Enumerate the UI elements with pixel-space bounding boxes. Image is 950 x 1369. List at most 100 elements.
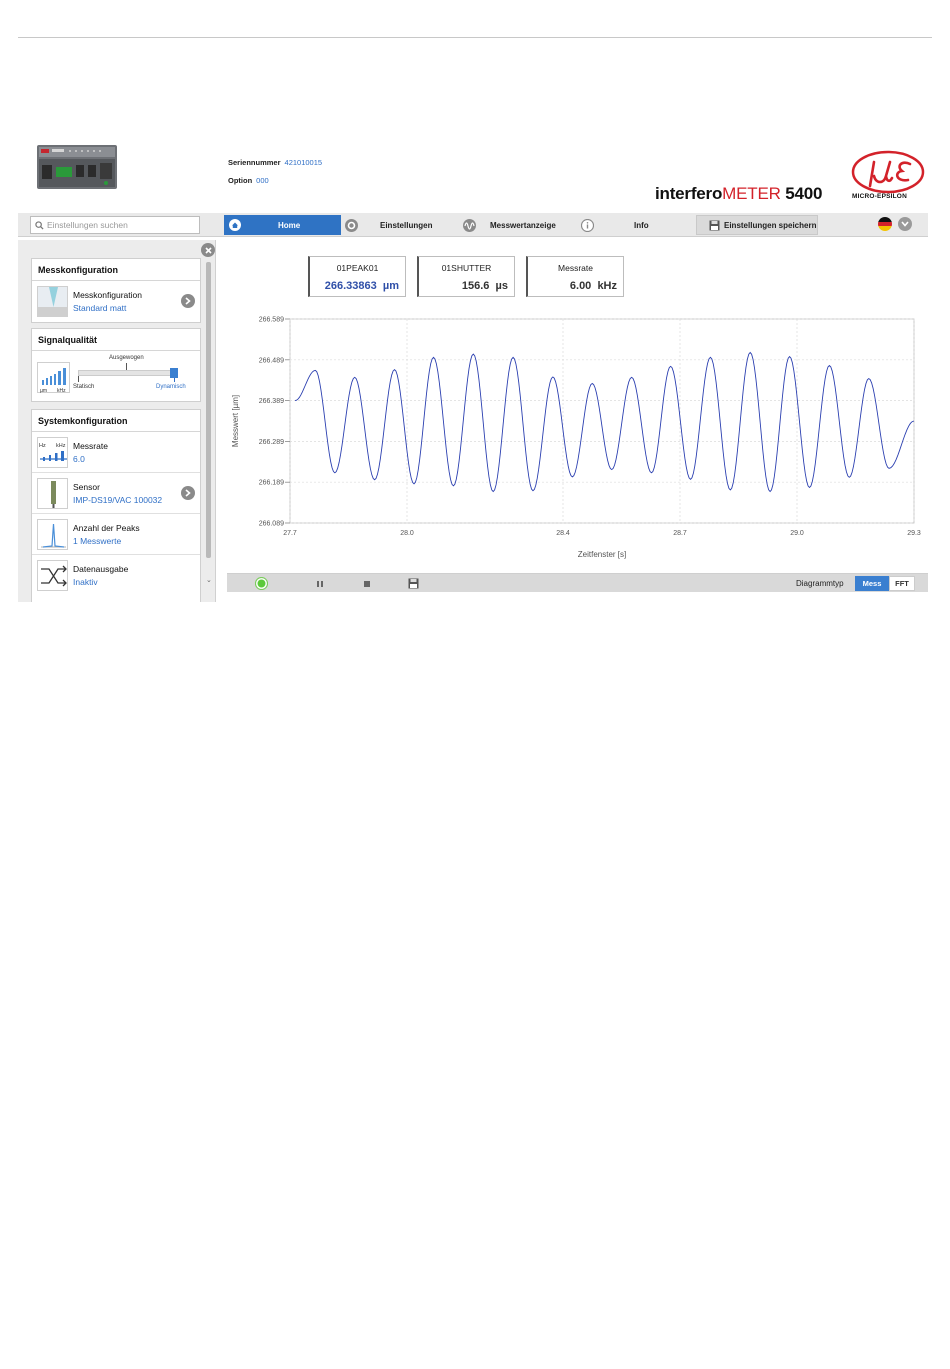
x-tick-label: 28.7 xyxy=(673,530,687,537)
value-box-value: 266.33863 xyxy=(324,280,377,292)
option-info: Option 000 xyxy=(228,176,269,185)
product-title: interferoMETER 5400 xyxy=(655,184,822,204)
value-box-peak[interactable]: 01PEAK01 266.33863 µm xyxy=(308,256,406,297)
pause-icon[interactable] xyxy=(312,576,328,591)
list-item-value: IMP-DS19/VAC 100032 xyxy=(73,495,163,505)
waveform-icon xyxy=(462,218,476,232)
serial-number: Seriennummer 421010015 xyxy=(228,158,322,167)
list-item-peak-count[interactable]: Anzahl der Peaks 1 Messwerte xyxy=(32,514,200,555)
sidebar-scrollbar[interactable] xyxy=(206,262,211,558)
tab-home[interactable]: Home xyxy=(224,215,341,235)
peak-count-thumbnail xyxy=(37,519,68,550)
tab-info[interactable]: Info xyxy=(580,215,692,235)
list-item-value: Inaktiv xyxy=(73,577,98,587)
y-tick-label: 266.089 xyxy=(259,521,284,528)
serial-label: Seriennummer xyxy=(228,158,281,167)
chevron-right-icon[interactable] xyxy=(181,294,195,308)
sidebar: ⌄ Messkonfiguration Messkonfiguration St… xyxy=(18,240,216,602)
measurement-rate-thumb-left: Hz xyxy=(39,443,46,449)
list-item-value: 6.0 xyxy=(73,454,85,464)
tab-settings-label: Einstellungen xyxy=(380,220,433,230)
list-item-label: Anzahl der Peaks xyxy=(73,523,140,533)
x-tick-label: 29.0 xyxy=(790,530,804,537)
language-flag-icon[interactable] xyxy=(878,217,892,231)
data-output-thumbnail xyxy=(37,560,68,591)
diagram-type-mess-button[interactable]: Mess xyxy=(855,576,889,591)
option-value: 000 xyxy=(256,176,269,185)
value-box-unit: µs xyxy=(495,280,508,292)
brand-name: MICRO-EPSILON xyxy=(852,193,907,200)
tab-settings[interactable]: Einstellungen xyxy=(344,215,459,235)
info-icon xyxy=(580,218,594,232)
home-icon xyxy=(228,218,242,232)
scroll-down-icon[interactable]: ⌄ xyxy=(206,576,212,584)
device-image xyxy=(37,145,117,189)
list-item-label: Datenausgabe xyxy=(73,564,129,574)
panel-system-config: Systemkonfiguration Hz kHz Messrate 6.0 … xyxy=(31,409,201,602)
product-title-part3: 5400 xyxy=(780,184,823,203)
y-tick-label: 266.589 xyxy=(259,317,284,324)
signal-quality-right-label: Dynamisch xyxy=(156,384,186,390)
record-status-icon[interactable] xyxy=(253,576,269,591)
measurement-rate-thumbnail: Hz kHz xyxy=(37,437,68,468)
y-axis-label: Messwert [µm] xyxy=(231,395,240,447)
measurement-rate-thumb-right: kHz xyxy=(56,443,66,449)
list-item-value: 1 Messwerte xyxy=(73,536,122,546)
y-tick-label: 266.189 xyxy=(259,480,284,487)
chevron-right-icon[interactable] xyxy=(181,486,195,500)
value-box-unit: kHz xyxy=(597,280,617,292)
panel-signal-quality-title: Signalqualität xyxy=(32,329,200,351)
signal-quality-thumb-left: µm xyxy=(40,388,47,394)
tab-values-label: Messwertanzeige xyxy=(490,220,556,230)
signal-quality-slider-handle[interactable] xyxy=(170,368,178,378)
measurement-chart[interactable]: 266.589 266.489 266.389 266.289 266.189 266.0… xyxy=(228,308,928,563)
y-tick-label: 266.289 xyxy=(259,439,284,446)
value-box-shutter[interactable]: 01SHUTTER 156.6 µs xyxy=(417,256,515,297)
search-placeholder: Einstellungen suchen xyxy=(47,220,128,230)
signal-quality-left-label: Statisch xyxy=(73,384,95,390)
tab-values[interactable]: Messwertanzeige xyxy=(462,215,577,235)
list-item-label: Messrate xyxy=(73,441,108,451)
save-settings-label: Einstellungen speichern xyxy=(724,220,817,230)
save-settings-button[interactable]: Einstellungen speichern xyxy=(696,215,818,235)
list-item-value: Standard matt xyxy=(73,303,127,313)
signal-quality-slider-track[interactable] xyxy=(78,370,178,376)
list-item-measurement-config[interactable]: Messkonfiguration Standard matt xyxy=(32,281,200,322)
stop-icon[interactable] xyxy=(359,576,375,591)
panel-signal-quality: Signalqualität µm kHz Ausgewogen Statisc… xyxy=(31,328,201,402)
search-input[interactable]: Einstellungen suchen xyxy=(30,216,200,234)
tab-home-label: Home xyxy=(278,220,301,230)
list-item-label: Messkonfiguration xyxy=(73,290,142,300)
y-tick-label: 266.389 xyxy=(259,398,284,405)
close-icon[interactable] xyxy=(201,243,215,257)
chart-toolbar: Diagrammtyp Mess FFT xyxy=(227,573,928,592)
list-item-measurement-rate[interactable]: Hz kHz Messrate 6.0 xyxy=(32,432,200,473)
list-item-sensor[interactable]: Sensor IMP-DS19/VAC 100032 xyxy=(32,473,200,514)
x-tick-label: 28.4 xyxy=(556,530,570,537)
value-box-rate[interactable]: Messrate 6.00 kHz xyxy=(526,256,624,297)
gear-icon xyxy=(344,218,358,232)
top-divider xyxy=(18,37,932,38)
product-title-part1: interfero xyxy=(655,184,723,203)
search-icon xyxy=(35,220,44,230)
option-label: Option xyxy=(228,176,253,185)
signal-quality-thumb-right: kHz xyxy=(57,388,66,394)
diagram-type-fft-button[interactable]: FFT xyxy=(889,576,915,591)
diagram-type-label: Diagrammtyp xyxy=(796,579,844,588)
product-title-part2: METER xyxy=(722,184,781,203)
x-tick-label: 28.0 xyxy=(400,530,414,537)
signal-quality-left-tick xyxy=(78,376,79,382)
floppy-disk-icon xyxy=(707,218,721,232)
chevron-down-icon[interactable] xyxy=(898,217,912,231)
value-box-title: 01SHUTTER xyxy=(441,263,492,273)
panel-measurement-config: Messkonfiguration Messkonfiguration Stan… xyxy=(31,258,201,323)
value-box-reading: 266.33863 µm xyxy=(325,280,399,292)
x-tick-label: 29.3 xyxy=(907,530,921,537)
signal-quality-thumbnail: µm kHz xyxy=(37,362,70,394)
x-tick-label: 27.7 xyxy=(283,530,297,537)
floppy-disk-icon[interactable] xyxy=(405,576,421,591)
list-item-data-output[interactable]: Datenausgabe Inaktiv xyxy=(32,555,200,596)
value-box-reading: 156.6 µs xyxy=(462,280,508,292)
list-item-label: Sensor xyxy=(73,482,100,492)
measurement-config-thumbnail xyxy=(37,286,68,317)
